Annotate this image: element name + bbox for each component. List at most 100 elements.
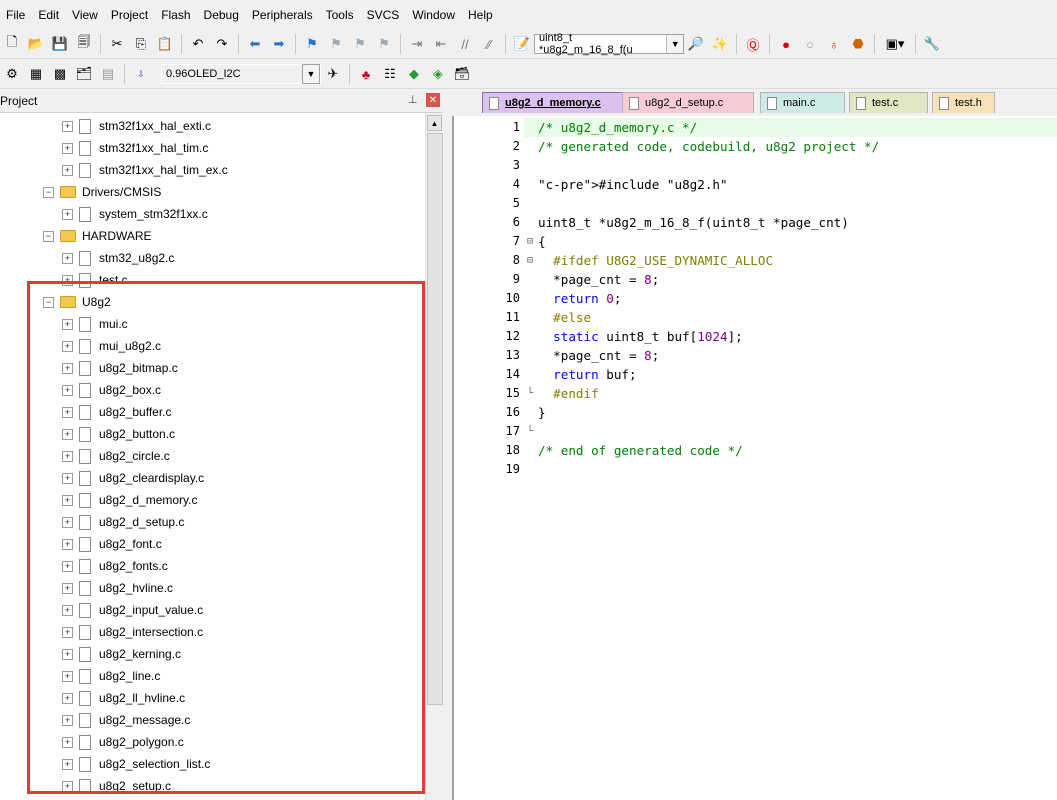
code-line[interactable]: return buf; <box>538 365 636 384</box>
code-line[interactable]: } <box>538 403 546 422</box>
chevron-down-icon[interactable]: ▼ <box>666 35 683 53</box>
expand-icon[interactable]: + <box>62 736 73 748</box>
bookmark-prev-icon[interactable]: ⚑ <box>325 33 347 55</box>
code-line[interactable]: *page_cnt = 8; <box>538 346 659 365</box>
bookmark-clear-icon[interactable]: ⚑ <box>373 33 395 55</box>
scrollbar-thumb[interactable] <box>427 133 443 705</box>
expand-icon[interactable]: + <box>62 472 73 484</box>
menu-item-view[interactable]: View <box>66 8 105 22</box>
code-line[interactable]: uint8_t *u8g2_m_16_8_f(uint8_t *page_cnt… <box>538 213 849 232</box>
collapse-icon[interactable]: − <box>43 296 54 308</box>
expand-icon[interactable]: + <box>62 560 73 572</box>
open-folder-icon[interactable]: 📂 <box>25 33 47 55</box>
paste-icon[interactable]: 📋 <box>154 33 176 55</box>
expand-icon[interactable]: + <box>62 252 73 264</box>
expand-icon[interactable]: + <box>62 692 73 704</box>
tree-file[interactable]: + u8g2_buffer.c <box>62 401 172 423</box>
code-line[interactable]: static uint8_t buf[1024]; <box>538 327 743 346</box>
breakpoint-kill-icon[interactable]: ⬣ <box>847 33 869 55</box>
rebuild-icon[interactable]: ▩ <box>49 63 71 85</box>
tree-file[interactable]: + u8g2_intersection.c <box>62 621 203 643</box>
tree-file[interactable]: + u8g2_line.c <box>62 665 160 687</box>
cut-icon[interactable]: ✂ <box>106 33 128 55</box>
menu-item-edit[interactable]: Edit <box>32 8 66 22</box>
tree-file[interactable]: + u8g2_input_value.c <box>62 599 203 621</box>
comment-icon[interactable]: // <box>454 33 476 55</box>
expand-icon[interactable]: + <box>62 428 73 440</box>
menu-item-project[interactable]: Project <box>105 8 155 22</box>
code-line[interactable]: /* generated code, codebuild, u8g2 proje… <box>538 137 879 156</box>
target-options-icon[interactable]: ✈ <box>322 63 344 85</box>
tree-file[interactable]: + u8g2_polygon.c <box>62 731 184 753</box>
bookmark-icon[interactable]: ⚑ <box>301 33 323 55</box>
tree-file[interactable]: + u8g2_button.c <box>62 423 175 445</box>
pin-icon[interactable]: ⊥ <box>408 93 418 106</box>
expand-icon[interactable]: + <box>62 142 73 154</box>
copy-icon[interactable]: ⎘ <box>130 33 152 55</box>
scroll-up-icon[interactable]: ▲ <box>427 115 442 131</box>
expand-icon[interactable]: + <box>62 450 73 462</box>
tab-main-c[interactable]: main.c <box>760 92 845 113</box>
function-combo[interactable]: uint8_t *u8g2_m_16_8_f(u ▼ <box>534 32 684 56</box>
target-combo[interactable]: 0.96OLED_I2C ▼ <box>161 64 321 84</box>
tree-file[interactable]: + u8g2_fonts.c <box>62 555 168 577</box>
code-line[interactable]: *page_cnt = 8; <box>538 270 659 289</box>
code-line[interactable]: { <box>538 232 546 251</box>
download-icon[interactable]: ⇩ <box>130 63 152 85</box>
tree-folder[interactable]: − HARDWARE <box>43 225 152 247</box>
expand-icon[interactable]: + <box>62 274 73 286</box>
incremental-find-icon[interactable]: ✨ <box>709 33 731 55</box>
batch-build-icon[interactable]: 🗂 <box>73 63 95 85</box>
expand-icon[interactable]: + <box>62 318 73 330</box>
pack-installer-icon[interactable]: 🗃 <box>451 63 473 85</box>
project-tree-scrollbar[interactable]: ▲ <box>425 113 443 800</box>
new-file-icon[interactable]: 🗋 <box>1 33 23 55</box>
tree-file[interactable]: + u8g2_bitmap.c <box>62 357 178 379</box>
save-all-icon[interactable]: 🗐 <box>73 33 95 55</box>
tree-file[interactable]: + u8g2_hvline.c <box>62 577 173 599</box>
expand-icon[interactable]: + <box>62 758 73 770</box>
expand-icon[interactable]: + <box>62 384 73 396</box>
tree-file[interactable]: + u8g2_d_setup.c <box>62 511 184 533</box>
uncomment-icon[interactable]: ⁄⁄ <box>478 33 500 55</box>
configure-icon[interactable]: 🔧 <box>921 33 943 55</box>
tree-file[interactable]: + stm32f1xx_hal_tim.c <box>62 137 208 159</box>
expand-icon[interactable]: + <box>62 604 73 616</box>
code-line[interactable]: return 0; <box>538 289 621 308</box>
chevron-down-icon[interactable]: ▼ <box>302 64 320 84</box>
expand-icon[interactable]: + <box>62 208 73 220</box>
code-line[interactable]: #ifdef U8G2_USE_DYNAMIC_ALLOC <box>538 251 773 270</box>
expand-icon[interactable]: + <box>62 780 73 792</box>
tree-file[interactable]: + mui.c <box>62 313 128 335</box>
menu-item-help[interactable]: Help <box>462 8 500 22</box>
window-layout-icon[interactable]: ▣▾ <box>880 33 910 55</box>
code-line[interactable]: #else <box>538 308 591 327</box>
tree-file[interactable]: + u8g2_box.c <box>62 379 161 401</box>
tree-folder[interactable]: − Drivers/CMSIS <box>43 181 161 203</box>
tab-test-c[interactable]: test.c <box>849 92 928 113</box>
tab-test-h[interactable]: test.h <box>932 92 995 113</box>
tree-file[interactable]: + test.c <box>62 269 128 291</box>
find-in-files-icon[interactable]: 📝 <box>511 33 533 55</box>
tree-file[interactable]: + u8g2_circle.c <box>62 445 170 467</box>
translate-icon[interactable]: ⚙ <box>1 63 23 85</box>
menu-item-flash[interactable]: Flash <box>155 8 197 22</box>
unindent-icon[interactable]: ⇤ <box>430 33 452 55</box>
tree-file[interactable]: + mui_u8g2.c <box>62 335 161 357</box>
stop-build-icon[interactable]: ▤ <box>97 63 119 85</box>
tree-file[interactable]: + stm32f1xx_hal_exti.c <box>62 115 211 137</box>
code-line[interactable]: /* end of generated code */ <box>538 441 743 460</box>
tree-file[interactable]: + u8g2_message.c <box>62 709 190 731</box>
collapse-icon[interactable]: − <box>43 186 54 198</box>
tree-folder[interactable]: − U8g2 <box>43 291 111 313</box>
breakpoint-insert-icon[interactable]: ● <box>775 33 797 55</box>
menu-item-file[interactable]: File <box>0 8 32 22</box>
expand-icon[interactable]: + <box>62 670 73 682</box>
expand-icon[interactable]: + <box>62 714 73 726</box>
breakpoint-disable-icon[interactable]: ○ <box>799 33 821 55</box>
fold-toggle-icon[interactable]: ⊟ <box>527 251 533 270</box>
menu-item-debug[interactable]: Debug <box>198 8 246 22</box>
menu-item-peripherals[interactable]: Peripherals <box>246 8 320 22</box>
tree-file[interactable]: + stm32f1xx_hal_tim_ex.c <box>62 159 228 181</box>
code-line[interactable]: #endif <box>538 384 599 403</box>
